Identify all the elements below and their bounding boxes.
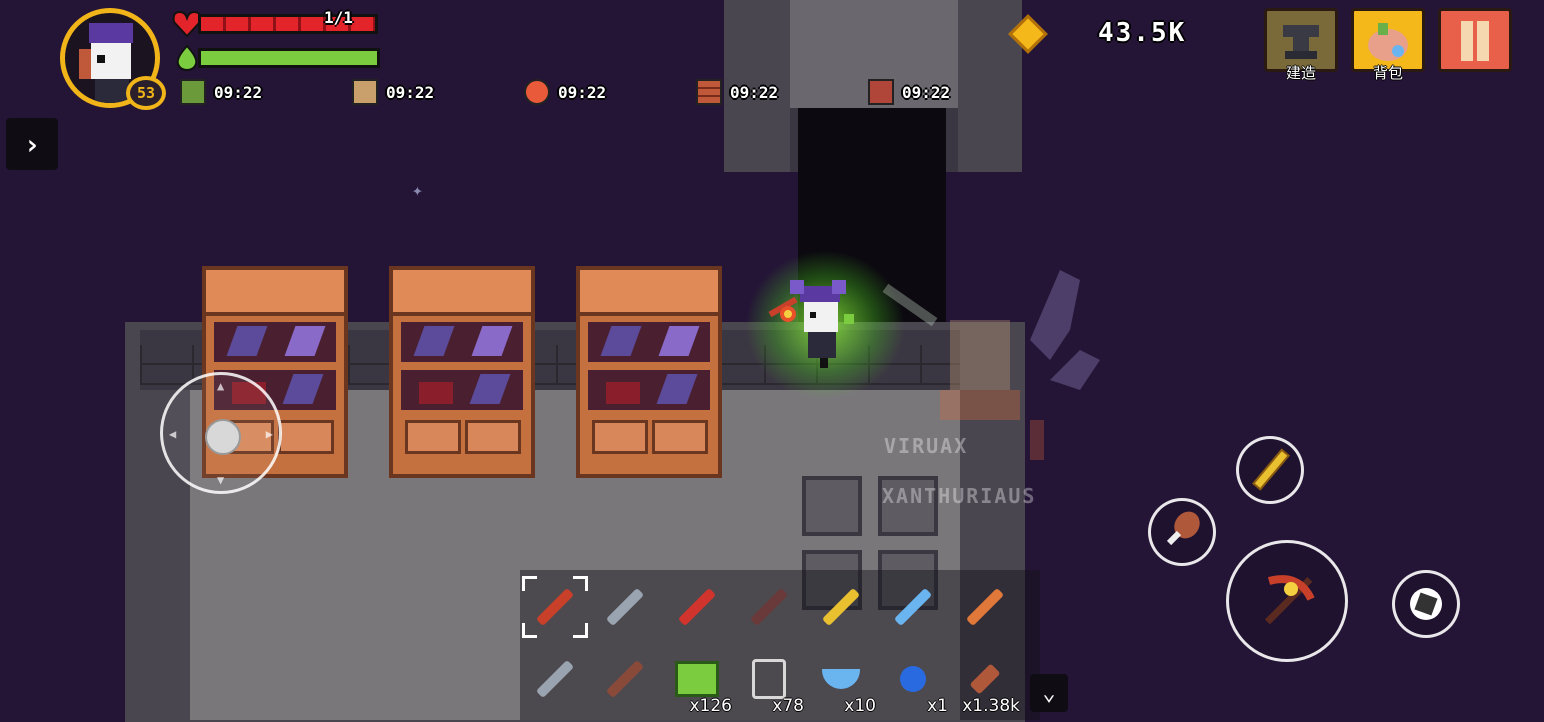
corridor-wall-right bbox=[958, 0, 1022, 172]
red-sword-icon bbox=[677, 587, 717, 627]
player-character bbox=[768, 280, 854, 368]
hotbar-slot-fire-torch[interactable] bbox=[950, 574, 1020, 640]
item-quantity: x126 bbox=[689, 696, 732, 716]
mana-bar bbox=[198, 48, 380, 68]
backpack-button-label: 背包 bbox=[1372, 64, 1403, 82]
hotbar-slot-golden-sword[interactable] bbox=[806, 574, 876, 640]
golden-sword-icon bbox=[1252, 448, 1291, 491]
brick-buff-icon bbox=[696, 79, 722, 105]
ice-spear-icon bbox=[893, 587, 933, 627]
arrow-right-icon: ▶ bbox=[265, 427, 273, 441]
npc-name-label: XANTHURIAUS bbox=[882, 484, 1037, 508]
arrow-down-icon: ▼ bbox=[217, 473, 225, 487]
item-hotbar: x126 x78 x10 x1 x1.38k bbox=[520, 570, 1040, 720]
selection-corner bbox=[573, 623, 588, 638]
quick-food-button[interactable] bbox=[1148, 498, 1216, 566]
backpack-icon bbox=[1368, 23, 1408, 61]
movement-joystick[interactable]: ▲ ▼ ◀ ▶ bbox=[160, 372, 282, 494]
item-quantity: x10 bbox=[844, 696, 876, 716]
attack-button[interactable] bbox=[1226, 540, 1348, 662]
hotbar-slot-red-sword[interactable] bbox=[662, 574, 732, 640]
hammer-icon bbox=[535, 659, 575, 699]
scroll-map-icon bbox=[1461, 21, 1489, 61]
chevron-down-icon: ⌄ bbox=[1042, 680, 1056, 706]
item-quantity: x1 bbox=[927, 696, 948, 716]
chevron-right-icon: › bbox=[23, 127, 41, 161]
hotbar-slot-food-bowl[interactable]: x10 bbox=[806, 646, 876, 716]
hotbar-slot-ice-spear[interactable] bbox=[878, 574, 948, 640]
golden-sword-icon bbox=[821, 587, 861, 627]
build-button-label: 建造 bbox=[1285, 64, 1316, 82]
bookshelf[interactable] bbox=[576, 266, 722, 478]
mana-bar-fill bbox=[201, 51, 377, 65]
shovel-icon bbox=[605, 587, 645, 627]
hotbar-slot-blue-bomb[interactable]: x1 bbox=[878, 646, 948, 716]
hotbar-slot-crossbow[interactable] bbox=[734, 574, 804, 640]
scroll-buff-icon bbox=[352, 79, 378, 105]
floor-tile bbox=[802, 476, 862, 536]
dodge-button[interactable] bbox=[1392, 570, 1460, 638]
food-bowl-icon bbox=[822, 669, 860, 689]
clover-buff-icon bbox=[180, 79, 206, 105]
chest-buff-icon bbox=[868, 79, 894, 105]
npc-name-label: VIRUAX bbox=[884, 434, 969, 458]
pickaxe-attack-icon bbox=[1264, 575, 1315, 625]
hotbar-slot-meat-leg[interactable]: x1.38k bbox=[950, 646, 1020, 716]
scroll-map-button[interactable] bbox=[1438, 8, 1512, 72]
arrow-up-icon: ▲ bbox=[217, 379, 225, 393]
buff-time: 09:22 bbox=[730, 82, 779, 102]
meat-leg-icon bbox=[1166, 511, 1200, 546]
buff-time: 09:22 bbox=[214, 82, 263, 102]
meat-leg-icon bbox=[969, 663, 1001, 695]
dodge-roll-icon bbox=[1410, 588, 1442, 620]
blue-bomb-icon bbox=[900, 666, 926, 692]
hotbar-slot-shovel[interactable] bbox=[590, 574, 660, 640]
buff-timer: 09:22 bbox=[352, 78, 434, 106]
hotbar-slot-fishing-rod[interactable] bbox=[590, 646, 660, 712]
health-text: 1/1 bbox=[324, 8, 353, 27]
joystick-knob[interactable] bbox=[205, 419, 241, 455]
expand-hotbar-button[interactable]: ⌄ bbox=[1030, 674, 1068, 712]
green-block-icon bbox=[675, 661, 719, 697]
hotbar-slot-pickaxe[interactable] bbox=[520, 574, 590, 640]
hotbar-slot-hammer[interactable] bbox=[520, 646, 590, 712]
fire-torch-icon bbox=[965, 587, 1005, 627]
currency-amount: 43.5K bbox=[1098, 18, 1187, 48]
mana-drop-icon bbox=[176, 44, 198, 72]
buff-time: 09:22 bbox=[902, 82, 951, 102]
selection-corner bbox=[522, 623, 537, 638]
fishing-rod-icon bbox=[605, 659, 645, 699]
buff-timer: 09:22 bbox=[524, 78, 606, 106]
item-quantity: x78 bbox=[772, 696, 804, 716]
side-panel-toggle-button[interactable]: › bbox=[6, 118, 58, 170]
pickaxe-icon bbox=[535, 587, 575, 627]
hotbar-slot-green-block[interactable]: x126 bbox=[662, 646, 732, 716]
level-badge: 53 bbox=[126, 76, 166, 110]
arrow-left-icon: ◀ bbox=[169, 427, 177, 441]
crossbow-icon bbox=[749, 587, 789, 627]
bookshelf[interactable] bbox=[389, 266, 535, 478]
quick-weapon-button[interactable] bbox=[1236, 436, 1304, 504]
item-quantity: x1.38k bbox=[962, 696, 1020, 716]
buff-time: 09:22 bbox=[558, 82, 607, 102]
hotbar-slot-glass-jar[interactable]: x78 bbox=[734, 646, 804, 716]
buff-timer: 09:22 bbox=[180, 78, 262, 106]
selection-corner bbox=[573, 576, 588, 591]
glass-jar-icon bbox=[752, 659, 786, 699]
selection-corner bbox=[522, 576, 537, 591]
buff-time: 09:22 bbox=[386, 82, 435, 102]
anvil-icon bbox=[1283, 25, 1319, 59]
sparkle-icon: ✦ bbox=[412, 180, 423, 201]
buff-timer: 09:22 bbox=[868, 78, 950, 106]
magnet-buff-icon bbox=[524, 79, 550, 105]
buff-timer: 09:22 bbox=[696, 78, 778, 106]
